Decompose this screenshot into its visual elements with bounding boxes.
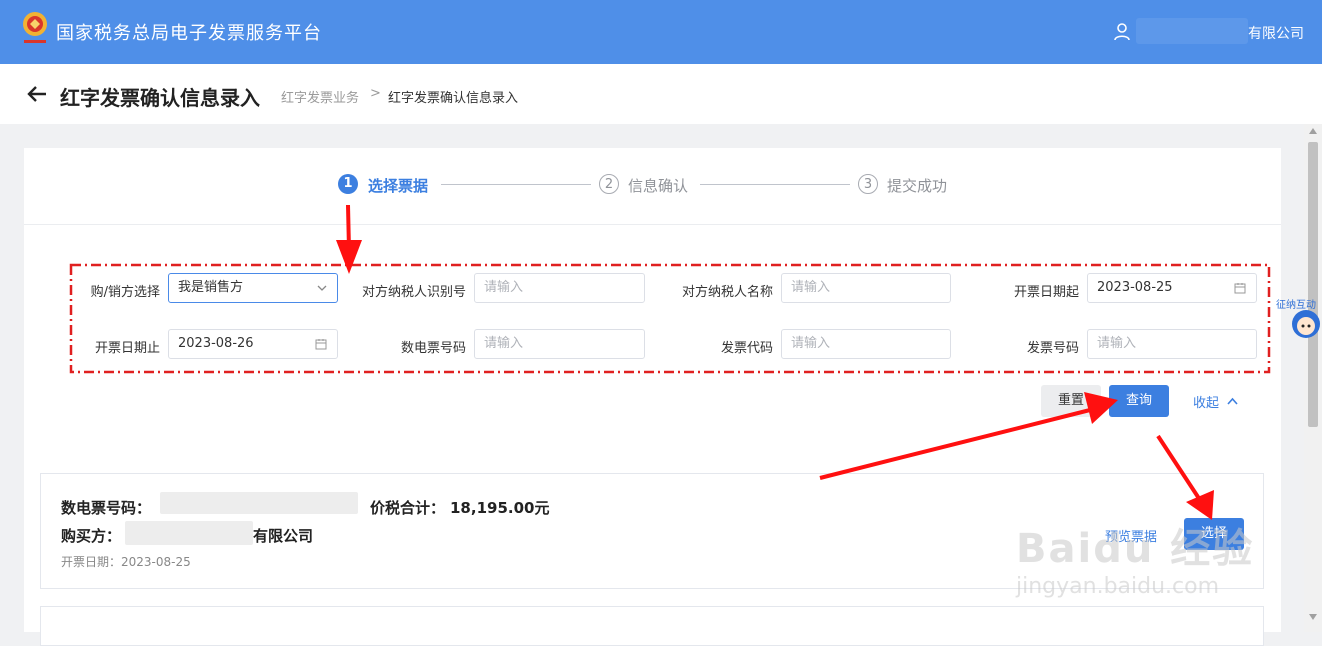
watermark-brand: Baidu 经验 <box>1016 526 1255 572</box>
arrow-icon <box>819 392 1118 480</box>
filter-highlight-box <box>69 263 1271 374</box>
watermark-url: jingyan.baidu.com <box>1016 574 1220 599</box>
arrow-icon <box>1156 434 1214 520</box>
arrow-icon <box>336 204 362 274</box>
